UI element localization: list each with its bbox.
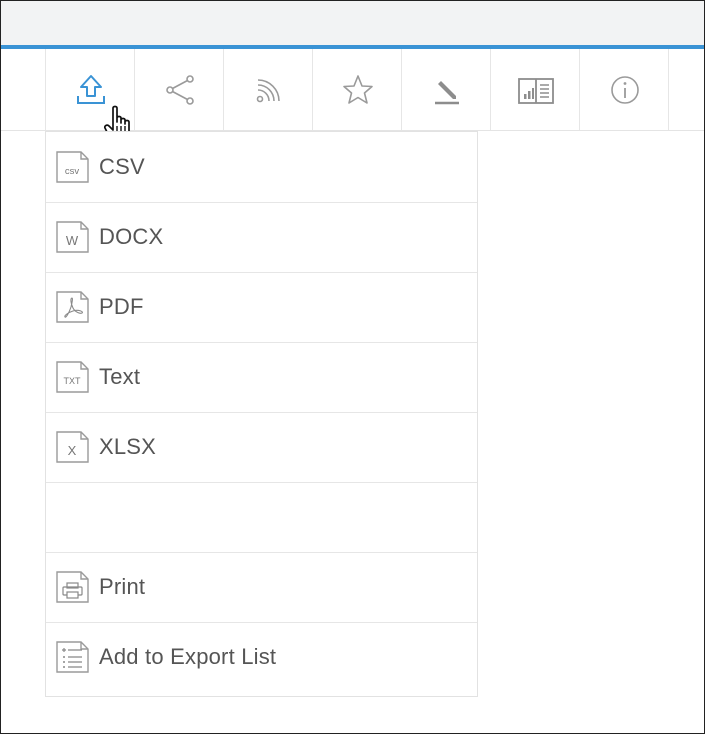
menu-item-empty: [46, 482, 477, 553]
toolbar-spacer: [668, 49, 704, 130]
info-button[interactable]: [579, 49, 669, 130]
svg-text:TXT: TXT: [64, 376, 82, 386]
menu-item-label: Text: [99, 364, 141, 389]
menu-item-pdf[interactable]: PDF: [46, 272, 477, 343]
svg-text:W: W: [66, 233, 79, 248]
pdf-file-icon: [56, 291, 89, 323]
xlsx-file-icon: X: [56, 431, 89, 463]
menu-item-label: PDF: [99, 294, 144, 319]
favourite-button[interactable]: [312, 49, 402, 130]
export-menu: csv CSV W DOCX PDF TXT Text X XLSX Print…: [45, 131, 478, 697]
menu-item-label: DOCX: [99, 224, 164, 249]
storyboard-icon: [517, 77, 554, 104]
annotate-button[interactable]: [401, 49, 491, 130]
menu-item-docx[interactable]: W DOCX: [46, 202, 477, 273]
rss-icon: [256, 78, 280, 102]
txt-file-icon: TXT: [56, 361, 89, 393]
share-icon: [165, 74, 194, 105]
menu-item-add-to-export-list[interactable]: Add to Export List: [46, 622, 477, 692]
export-icon: [76, 74, 105, 104]
print-icon: [56, 571, 89, 603]
annotate-icon: [434, 80, 459, 104]
app-window: csv CSV W DOCX PDF TXT Text X XLSX Print…: [0, 0, 705, 734]
menu-item-print[interactable]: Print: [46, 552, 477, 623]
svg-text:X: X: [68, 443, 77, 458]
svg-text:csv: csv: [65, 166, 80, 177]
top-header-bar: [1, 1, 704, 49]
star-icon: [342, 74, 373, 104]
subscribe-button[interactable]: [223, 49, 313, 130]
menu-item-text[interactable]: TXT Text: [46, 342, 477, 413]
menu-item-label: Print: [99, 574, 146, 599]
menu-item-label: CSV: [99, 154, 145, 179]
storyboard-button[interactable]: [490, 49, 580, 130]
csv-file-icon: csv: [56, 151, 89, 183]
menu-item-csv[interactable]: csv CSV: [46, 132, 477, 203]
export-list-icon: [56, 641, 89, 673]
docx-file-icon: W: [56, 221, 89, 253]
menu-item-label: Add to Export List: [99, 644, 277, 669]
share-button[interactable]: [134, 49, 224, 130]
info-icon: [610, 75, 639, 104]
menu-item-xlsx[interactable]: X XLSX: [46, 412, 477, 483]
menu-item-label: XLSX: [99, 434, 157, 459]
